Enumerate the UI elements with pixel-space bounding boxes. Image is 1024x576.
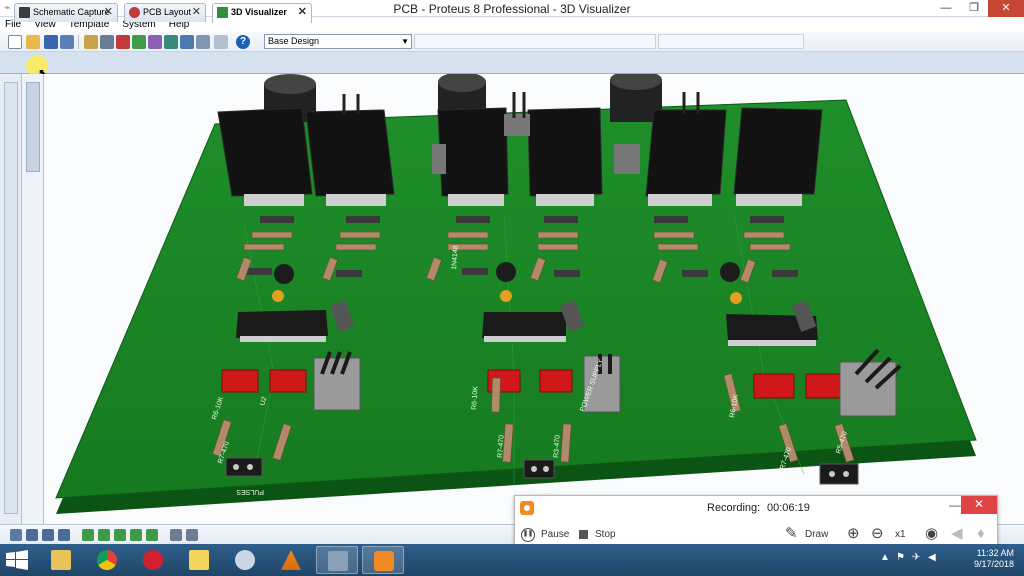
recorder-icon: [374, 551, 394, 571]
tab-schematic-capture[interactable]: Schematic Capture ✕: [14, 3, 118, 22]
zoom-in-icon[interactable]: ⊕: [847, 526, 860, 542]
tab-3d-visualizer[interactable]: 3D Visualizer ✕: [212, 3, 312, 23]
visualizer-icon[interactable]: [132, 35, 146, 49]
taskbar-paint[interactable]: [224, 546, 266, 574]
view-top-icon[interactable]: [82, 529, 94, 541]
toolbar-separator: [78, 35, 79, 49]
open-folder-icon[interactable]: [26, 35, 40, 49]
pencil-icon[interactable]: ✎: [785, 526, 798, 542]
pause-button[interactable]: Pause: [541, 528, 569, 542]
tab-label: PCB Layout: [143, 7, 192, 17]
flag-icon[interactable]: ⚑: [896, 552, 905, 563]
close-icon[interactable]: ✕: [298, 4, 307, 21]
visualizer-icon: [217, 7, 228, 18]
schematic-icon[interactable]: [100, 35, 114, 49]
microphone-icon[interactable]: ♦: [977, 526, 985, 542]
home-icon[interactable]: [84, 35, 98, 49]
windows-start-icon[interactable]: [6, 550, 28, 570]
taskbar: ▲ ⚑ ✈ ◀ 11:32 AM 9/17/2018: [0, 544, 1024, 576]
library-icon[interactable]: [214, 35, 228, 49]
pcb-3d-render: R7-470 R6-10K U2 PULSES R7-470 R6-10K R3…: [55, 74, 977, 514]
pcb-icon[interactable]: [116, 35, 130, 49]
pcb-icon: [129, 7, 140, 18]
view-right-icon[interactable]: [130, 529, 142, 541]
save-icon[interactable]: [44, 35, 58, 49]
tab-strip: [0, 52, 1024, 74]
vlc-icon: [281, 550, 301, 570]
taskbar-chrome[interactable]: [86, 546, 128, 574]
pause-icon[interactable]: ❚❚: [521, 528, 535, 542]
speaker-icon[interactable]: ◀: [951, 526, 963, 542]
taskbar-vlc[interactable]: [270, 546, 312, 574]
tab-pcb-layout[interactable]: PCB Layout ✕: [124, 3, 206, 22]
chrome-icon: [97, 550, 117, 570]
stop-button[interactable]: Stop: [595, 528, 616, 542]
silk-label: PULSES: [236, 488, 264, 495]
zoom-level: x1: [895, 529, 906, 540]
opera-icon: [143, 550, 163, 570]
view-back-icon[interactable]: [146, 529, 158, 541]
3d-viewport[interactable]: R7-470 R6-10K U2 PULSES R7-470 R6-10K R3…: [44, 74, 1024, 524]
zoom-fit-icon[interactable]: [58, 529, 70, 541]
zoom-out-icon[interactable]: [42, 529, 54, 541]
left-panel: [0, 74, 22, 524]
clock-date: 9/17/2018: [973, 559, 1014, 569]
zoom-in-icon[interactable]: [26, 529, 38, 541]
recorder-close-button[interactable]: ✕: [961, 496, 997, 514]
taskbar-opera[interactable]: [132, 546, 174, 574]
design-select-value: Base Design: [268, 36, 320, 46]
proteus-icon: [328, 551, 348, 571]
folder-icon: [51, 550, 71, 570]
schematic-icon: [19, 7, 30, 18]
layers-icon[interactable]: [170, 529, 182, 541]
view-front-icon[interactable]: [98, 529, 110, 541]
volume-icon[interactable]: ◀: [928, 552, 936, 563]
new-file-icon[interactable]: [8, 35, 22, 49]
left-panel-2: [22, 74, 44, 524]
chevron-down-icon: ▼: [401, 37, 409, 46]
design-select[interactable]: Base Design ▼: [264, 34, 412, 49]
taskbar-file-explorer[interactable]: [40, 546, 82, 574]
screen-recorder-panel: Recording: 00:06:19 — ✕ ❚❚ Pause Stop ✎ …: [514, 495, 998, 550]
clock-time: 11:32 AM: [976, 548, 1014, 558]
code-icon[interactable]: [196, 35, 210, 49]
recorder-logo-icon: [520, 501, 534, 515]
taskbar-recorder[interactable]: [362, 546, 404, 574]
stop-icon[interactable]: [579, 530, 588, 539]
minimize-button[interactable]: —: [932, 0, 960, 17]
close-icon[interactable]: ✕: [192, 4, 201, 21]
taskbar-proteus[interactable]: [316, 546, 358, 574]
maximize-button[interactable]: ❐: [960, 0, 988, 17]
draw-button[interactable]: Draw: [805, 528, 828, 542]
paint-icon: [235, 550, 255, 570]
view-left-icon[interactable]: [114, 529, 126, 541]
pan-icon[interactable]: [10, 529, 22, 541]
taskbar-notes[interactable]: [178, 546, 220, 574]
recording-time: 00:06:19: [767, 502, 810, 514]
system-clock[interactable]: 11:32 AM 9/17/2018: [952, 548, 1014, 570]
gerber-icon[interactable]: [148, 35, 162, 49]
scroll-track[interactable]: [4, 82, 18, 514]
airplane-mode-icon[interactable]: ✈: [912, 552, 920, 563]
settings-icon[interactable]: [186, 529, 198, 541]
tray-up-arrow-icon[interactable]: ▲: [880, 552, 890, 563]
sticky-notes-icon: [189, 550, 209, 570]
notes-icon[interactable]: [180, 35, 194, 49]
bom-icon[interactable]: [164, 35, 178, 49]
toolbar-field: [658, 34, 804, 49]
recorder-header: Recording: 00:06:19 — ✕: [515, 496, 997, 520]
webcam-icon[interactable]: ◉: [925, 526, 938, 542]
recorder-minimize-button[interactable]: —: [949, 498, 961, 512]
tab-label: Schematic Capture: [33, 7, 110, 17]
scroll-thumb[interactable]: [26, 82, 40, 172]
tab-label: 3D Visualizer: [231, 7, 287, 17]
save-all-icon[interactable]: [60, 35, 74, 49]
toolbar-field: [414, 34, 656, 49]
close-icon[interactable]: ✕: [104, 4, 113, 21]
help-icon[interactable]: ?: [236, 35, 250, 49]
zoom-out-icon[interactable]: ⊖: [871, 526, 884, 542]
close-button[interactable]: ✕: [988, 0, 1024, 17]
recording-status: Recording:: [707, 502, 761, 514]
